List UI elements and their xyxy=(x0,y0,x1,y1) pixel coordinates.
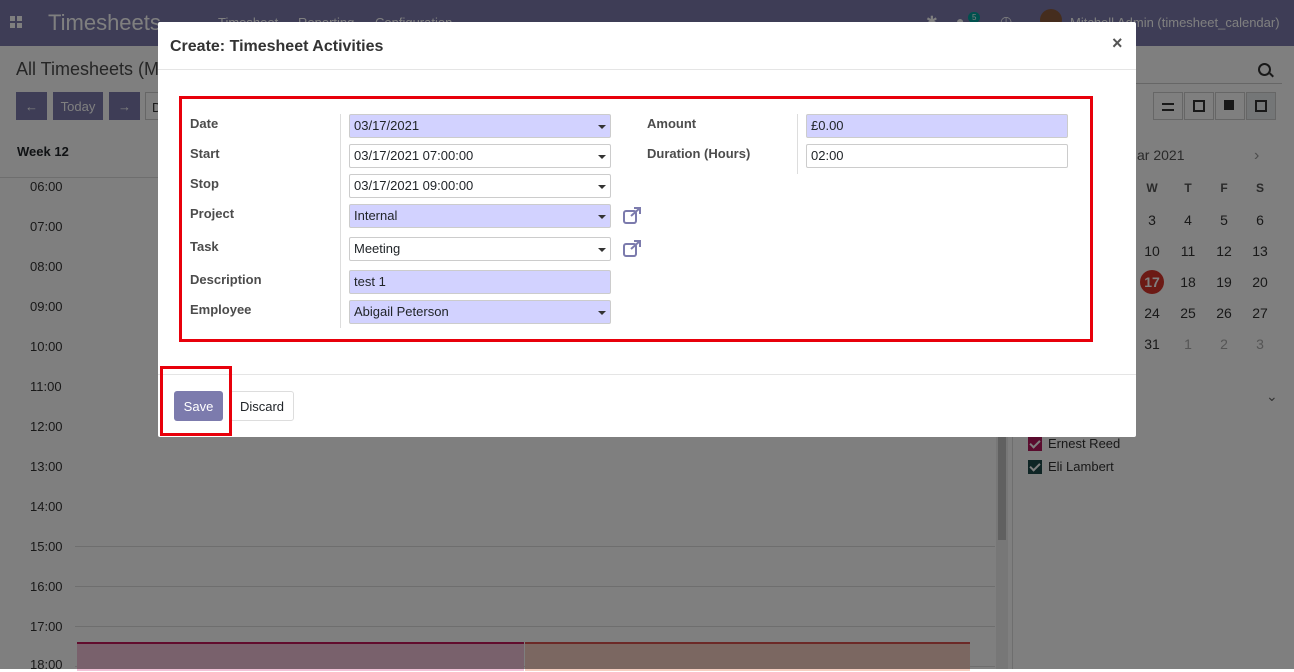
discard-button[interactable]: Discard xyxy=(230,391,294,421)
divider xyxy=(158,374,1136,375)
highlight-form-box xyxy=(179,96,1093,342)
highlight-save-box xyxy=(160,366,232,436)
close-icon[interactable]: × xyxy=(1112,33,1123,54)
divider xyxy=(158,69,1136,70)
dialog-title: Create: Timesheet Activities xyxy=(170,38,384,55)
